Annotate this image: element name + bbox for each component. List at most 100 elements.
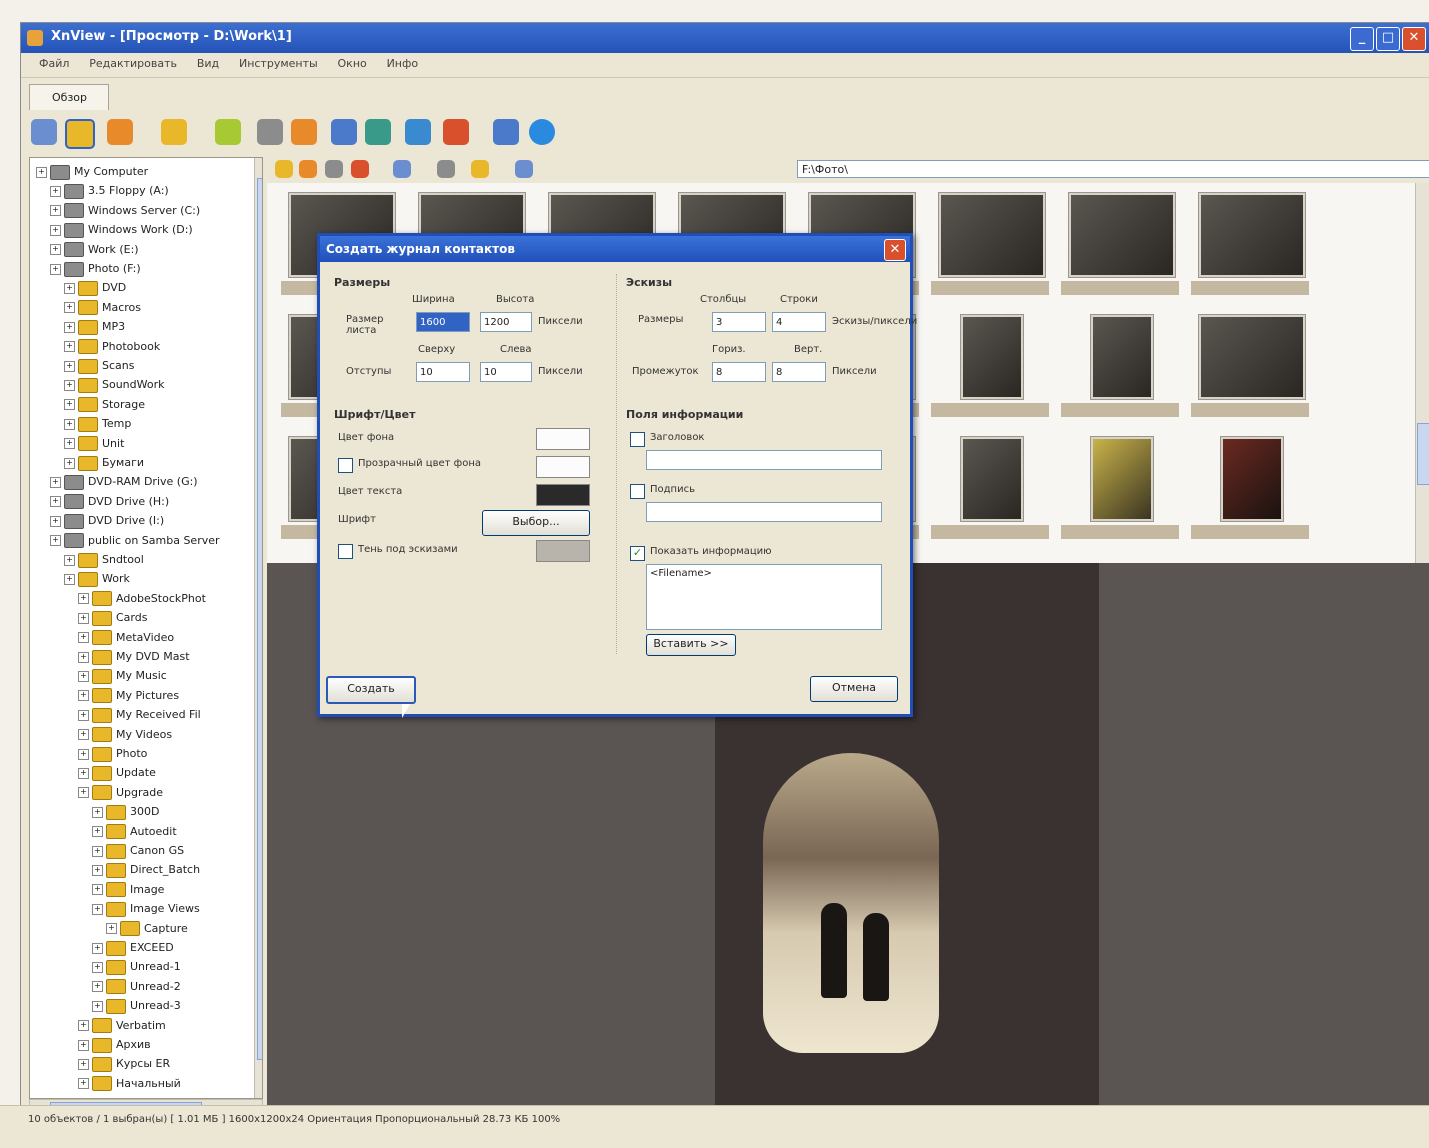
expand-toggle-icon[interactable]: +	[78, 1058, 89, 1070]
tree-item[interactable]: + Upgrade	[78, 783, 163, 803]
expand-toggle-icon[interactable]: +	[50, 515, 61, 527]
info-icon[interactable]	[493, 119, 519, 145]
tree-item[interactable]: + Курсы ER	[78, 1054, 170, 1074]
expand-toggle-icon[interactable]: +	[92, 1000, 103, 1012]
tree-item[interactable]: + Unread-3	[92, 996, 181, 1016]
expand-toggle-icon[interactable]: +	[78, 670, 89, 682]
tree-scroll-thumb[interactable]	[257, 178, 262, 1060]
rotate-icon[interactable]	[405, 119, 431, 145]
capture-icon[interactable]	[331, 119, 357, 145]
tree-item[interactable]: + Macros	[64, 298, 141, 318]
tree-item[interactable]: + Update	[78, 763, 156, 783]
maximize-button[interactable]: □	[1376, 27, 1400, 51]
expand-toggle-icon[interactable]: +	[78, 1020, 89, 1032]
expand-toggle-icon[interactable]: +	[64, 438, 75, 450]
tree-item[interactable]: + My Videos	[78, 725, 172, 745]
thumbs-view-icon[interactable]	[393, 160, 411, 178]
refresh-icon[interactable]	[215, 119, 241, 145]
tree-item[interactable]: + Photo (F:)	[50, 259, 141, 279]
tree-item[interactable]: + Unread-2	[92, 977, 181, 997]
shadow-color-swatch[interactable]	[536, 540, 590, 562]
export-icon[interactable]	[291, 119, 317, 145]
close-button[interactable]: ✕	[1402, 27, 1426, 51]
tree-item[interactable]: + Temp	[64, 414, 131, 434]
thumbnail-cell[interactable]	[1191, 315, 1309, 423]
expand-toggle-icon[interactable]: +	[92, 942, 103, 954]
expand-toggle-icon[interactable]: +	[36, 166, 47, 178]
header-checkbox[interactable]	[630, 432, 645, 447]
tree-item[interactable]: + Бумаги	[64, 453, 144, 473]
filter-icon[interactable]	[471, 160, 489, 178]
thumbnail-cell[interactable]	[931, 437, 1049, 545]
tree-item[interactable]: + Storage	[64, 395, 145, 415]
expand-toggle-icon[interactable]: +	[50, 476, 61, 488]
tree-item[interactable]: + public on Samba Server	[50, 531, 220, 551]
insert-field-button[interactable]: Вставить >>	[646, 634, 736, 656]
thumbnail-cell[interactable]	[1061, 437, 1179, 545]
tree-item[interactable]: + Photobook	[64, 337, 160, 357]
bg-color-swatch[interactable]	[536, 428, 590, 450]
settings-icon[interactable]	[443, 119, 469, 145]
minimize-button[interactable]: _	[1350, 27, 1374, 51]
expand-toggle-icon[interactable]: +	[64, 360, 75, 372]
thumbnail-cell[interactable]	[1191, 437, 1309, 545]
thumbnail-cell[interactable]	[1061, 315, 1179, 423]
tree-item[interactable]: + EXCEED	[92, 938, 174, 958]
menu-view[interactable]: Вид	[189, 57, 227, 70]
hgap-input[interactable]: 8	[712, 362, 766, 382]
tree-item[interactable]: + Image Views	[92, 899, 200, 919]
margin-top-input[interactable]: 10	[416, 362, 470, 382]
up-icon[interactable]	[107, 119, 133, 145]
dialog-title[interactable]: Создать журнал контактов	[320, 236, 910, 262]
title-bar[interactable]: XnView - [Просмотр - D:\Work\1] _ □ ✕	[21, 23, 1429, 53]
expand-toggle-icon[interactable]: +	[78, 767, 89, 779]
expand-toggle-icon[interactable]: +	[64, 341, 75, 353]
expand-toggle-icon[interactable]: +	[78, 729, 89, 741]
expand-toggle-icon[interactable]: +	[92, 981, 103, 993]
tree-item[interactable]: + MP3	[64, 317, 125, 337]
expand-toggle-icon[interactable]: +	[64, 399, 75, 411]
expand-toggle-icon[interactable]: +	[50, 535, 61, 547]
print-icon[interactable]	[257, 119, 283, 145]
transparent-color-swatch[interactable]	[536, 456, 590, 478]
tree-scrollbar[interactable]	[254, 158, 262, 1098]
columns-input[interactable]: 3	[712, 312, 766, 332]
expand-toggle-icon[interactable]: +	[78, 1078, 89, 1090]
tree-item[interactable]: + Windows Server (C:)	[50, 201, 200, 221]
tree-item[interactable]: + Unread-1	[92, 957, 181, 977]
thumbnail-cell[interactable]	[1191, 193, 1309, 301]
expand-toggle-icon[interactable]: +	[78, 787, 89, 799]
expand-toggle-icon[interactable]: +	[92, 884, 103, 896]
thumbnail-cell[interactable]	[931, 315, 1049, 423]
delete-icon[interactable]	[351, 160, 369, 178]
shadow-checkbox[interactable]	[338, 544, 353, 559]
tree-item[interactable]: + Autoedit	[92, 822, 177, 842]
tree-item[interactable]: + Verbatim	[78, 1016, 166, 1036]
expand-toggle-icon[interactable]: +	[64, 282, 75, 294]
tree-item[interactable]: + SoundWork	[64, 375, 165, 395]
browser-scrollbar[interactable]	[1415, 183, 1429, 563]
expand-toggle-icon[interactable]: +	[92, 961, 103, 973]
path-icon[interactable]	[515, 160, 533, 178]
create-button[interactable]: Создать	[326, 676, 416, 704]
menu-info[interactable]: Инфо	[379, 57, 427, 70]
tree-item[interactable]: + My Music	[78, 666, 167, 686]
expand-toggle-icon[interactable]: +	[78, 1039, 89, 1051]
tree-item[interactable]: + DVD	[64, 278, 126, 298]
transparent-bg-checkbox[interactable]	[338, 458, 353, 473]
header-input[interactable]	[646, 450, 882, 470]
tree-item[interactable]: + Photo	[78, 744, 147, 764]
dialog-close-button[interactable]: ✕	[884, 239, 906, 261]
tree-item[interactable]: + Direct_Batch	[92, 860, 200, 880]
tree-item[interactable]: + Work (E:)	[50, 240, 139, 260]
tree-item[interactable]: + Canon GS	[92, 841, 184, 861]
expand-toggle-icon[interactable]: +	[106, 923, 117, 935]
tree-item[interactable]: + Windows Work (D:)	[50, 220, 193, 240]
expand-toggle-icon[interactable]: +	[78, 709, 89, 721]
tree-item[interactable]: + Начальный	[78, 1074, 181, 1094]
expand-toggle-icon[interactable]: +	[64, 418, 75, 430]
expand-toggle-icon[interactable]: +	[92, 845, 103, 857]
expand-toggle-icon[interactable]: +	[50, 224, 61, 236]
expand-toggle-icon[interactable]: +	[50, 244, 61, 256]
tree-item[interactable]: +300D	[92, 802, 159, 822]
